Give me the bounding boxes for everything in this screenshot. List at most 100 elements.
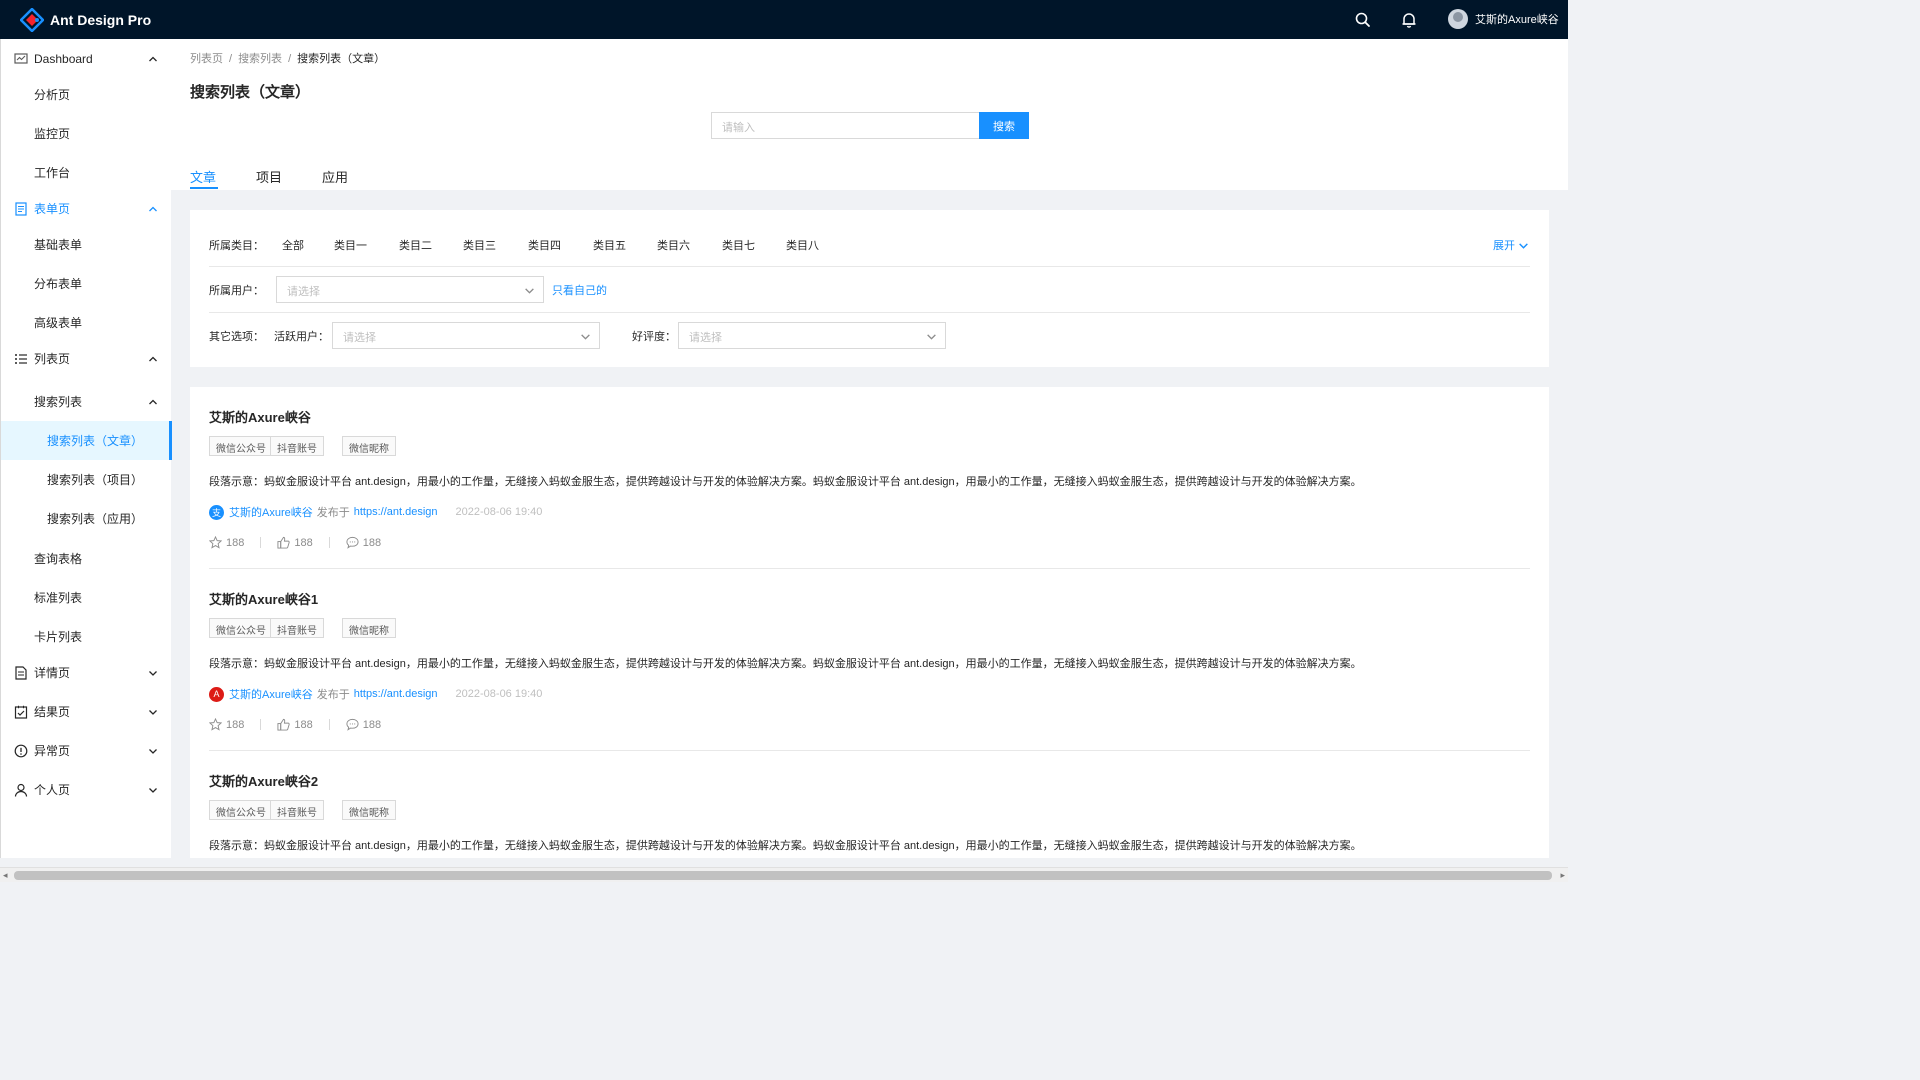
article-link[interactable]: https://ant.design (354, 506, 438, 518)
sidebar-item-label: 分析页 (34, 88, 71, 102)
tag: 微信昵称 (342, 618, 396, 638)
sidebar-item-advanced-form[interactable]: 高级表单 (1, 303, 172, 342)
sidebar-item-basic-list[interactable]: 标准列表 (1, 578, 172, 617)
sidebar-item-form[interactable]: 表单页 (1, 189, 172, 228)
rating-select[interactable]: 请选择 (678, 322, 946, 349)
sidebar-item-dashboard[interactable]: Dashboard (1, 39, 172, 78)
tab-articles[interactable]: 文章 (190, 167, 216, 186)
active-user-select[interactable]: 请选择 (332, 322, 600, 349)
breadcrumb-current: 搜索列表（文章） (297, 53, 386, 65)
sidebar-item-label: 异常页 (34, 744, 71, 758)
sidebar-item-label: 高级表单 (34, 316, 83, 330)
user-menu[interactable]: 艾斯的Axure峡谷 (1448, 9, 1559, 29)
star-action[interactable]: 188 (209, 718, 244, 731)
article-title[interactable]: 艾斯的Axure峡谷 (209, 407, 311, 426)
scrollbar-thumb[interactable] (14, 871, 1552, 880)
article-meta: 支 艾斯的Axure峡谷 发布于 https://ant.design 2022… (209, 504, 542, 520)
top-header: Ant Design Pro 艾斯的Axure峡谷 (0, 0, 1568, 39)
sidebar-item-account[interactable]: 个人页 (1, 770, 172, 809)
only-mine-link[interactable]: 只看自己的 (552, 282, 607, 298)
category-option[interactable]: 类目一 (334, 237, 367, 253)
chevron-down-icon (149, 670, 157, 676)
breadcrumb-item[interactable]: 搜索列表 (238, 53, 282, 65)
like-action[interactable]: 188 (277, 536, 313, 549)
ant-design-logo-icon (20, 8, 44, 32)
sidebar-item-result[interactable]: 结果页 (1, 692, 172, 731)
scroll-right-icon[interactable]: ▸ (1560, 870, 1565, 881)
category-option[interactable]: 全部 (282, 237, 304, 253)
category-option[interactable]: 类目四 (528, 237, 561, 253)
sidebar-item-label: 列表页 (34, 352, 71, 366)
profile-icon (15, 665, 27, 680)
user-icon (14, 783, 28, 797)
chevron-up-icon (149, 56, 157, 61)
publish-time: 2022-08-06 19:40 (455, 688, 543, 700)
article-title[interactable]: 艾斯的Axure峡谷2 (209, 771, 318, 790)
category-option[interactable]: 类目二 (399, 237, 432, 253)
sidebar-item-basic-form[interactable]: 基础表单 (1, 225, 172, 264)
sidebar-item-analysis[interactable]: 分析页 (1, 75, 172, 114)
sidebar-item-profile[interactable]: 详情页 (1, 653, 172, 692)
category-option[interactable]: 类目六 (657, 237, 690, 253)
like-action[interactable]: 188 (277, 718, 313, 731)
article-description: 段落示意：蚂蚁金服设计平台 ant.design，用最小的工作量，无缝接入蚂蚁金… (209, 658, 1362, 670)
sidebar-item-search-apps[interactable]: 搜索列表（应用） (1, 499, 172, 538)
comment-action[interactable]: 188 (346, 718, 381, 731)
message-icon (346, 718, 359, 731)
sidebar-item-card-list[interactable]: 卡片列表 (1, 617, 172, 656)
star-icon (209, 536, 222, 549)
category-option[interactable]: 类目八 (786, 237, 819, 253)
like-count: 188 (294, 718, 313, 731)
avatar (1448, 9, 1468, 29)
published-label: 发布于 (316, 689, 350, 701)
article-link[interactable]: https://ant.design (354, 688, 438, 700)
search-icon[interactable] (1354, 11, 1372, 29)
category-option[interactable]: 类目三 (463, 237, 496, 253)
tab-applications[interactable]: 应用 (322, 167, 348, 186)
breadcrumb-item[interactable]: 列表页 (190, 53, 223, 65)
sidebar: Dashboard 分析页 监控页 工作台 表单页 基础表单 分布表单 高级表单… (0, 39, 172, 858)
author-link[interactable]: 艾斯的Axure峡谷 (229, 686, 313, 702)
sidebar-item-exception[interactable]: 异常页 (1, 731, 172, 770)
scroll-left-icon[interactable]: ◂ (3, 870, 8, 881)
logo[interactable]: Ant Design Pro (20, 8, 151, 32)
published-label: 发布于 (316, 507, 350, 519)
sidebar-item-label: 标准列表 (34, 591, 83, 605)
search-input[interactable]: 请输入 (711, 112, 980, 139)
sidebar-item-label: 搜索列表（项目） (47, 473, 144, 487)
dashboard-icon (14, 52, 28, 64)
sidebar-item-monitor[interactable]: 监控页 (1, 114, 172, 153)
search-button[interactable]: 搜索 (979, 112, 1029, 139)
sidebar-item-search-projects[interactable]: 搜索列表（项目） (1, 460, 172, 499)
tag: 微信公众号 (209, 436, 273, 456)
sidebar-item-workplace[interactable]: 工作台 (1, 153, 172, 192)
sidebar-item-step-form[interactable]: 分布表单 (1, 264, 172, 303)
category-option[interactable]: 类目七 (722, 237, 755, 253)
star-action[interactable]: 188 (209, 536, 244, 549)
expand-button[interactable]: 展开 (1493, 237, 1529, 253)
category-option[interactable]: 类目五 (593, 237, 626, 253)
bell-icon[interactable] (1400, 11, 1418, 29)
sidebar-item-search-articles[interactable]: 搜索列表（文章） (1, 421, 172, 460)
owner-select[interactable]: 请选择 (276, 276, 544, 303)
sidebar-item-table-list[interactable]: 查询表格 (1, 539, 172, 578)
tag: 抖音账号 (270, 800, 324, 820)
article-description: 段落示意：蚂蚁金服设计平台 ant.design，用最小的工作量，无缝接入蚂蚁金… (209, 840, 1362, 852)
sidebar-item-label: 搜索列表 (34, 395, 83, 409)
horizontal-scrollbar[interactable]: ◂ ▸ (0, 867, 1568, 882)
sidebar-item-list[interactable]: 列表页 (1, 339, 172, 378)
chevron-down-icon (149, 709, 157, 715)
tag: 抖音账号 (270, 618, 324, 638)
sidebar-item-search-list[interactable]: 搜索列表 (1, 382, 172, 421)
chevron-down-icon (525, 288, 534, 294)
tab-projects[interactable]: 项目 (256, 167, 282, 186)
author-link[interactable]: 艾斯的Axure峡谷 (229, 504, 313, 520)
tag: 微信公众号 (209, 800, 273, 820)
like-count: 188 (294, 536, 313, 549)
comment-action[interactable]: 188 (346, 536, 381, 549)
article-title[interactable]: 艾斯的Axure峡谷1 (209, 589, 318, 608)
like-icon (277, 718, 290, 731)
rating-label: 好评度： (632, 331, 676, 343)
sidebar-item-label: 结果页 (34, 705, 71, 719)
breadcrumb: 列表页 / 搜索列表 / 搜索列表（文章） (190, 50, 385, 66)
